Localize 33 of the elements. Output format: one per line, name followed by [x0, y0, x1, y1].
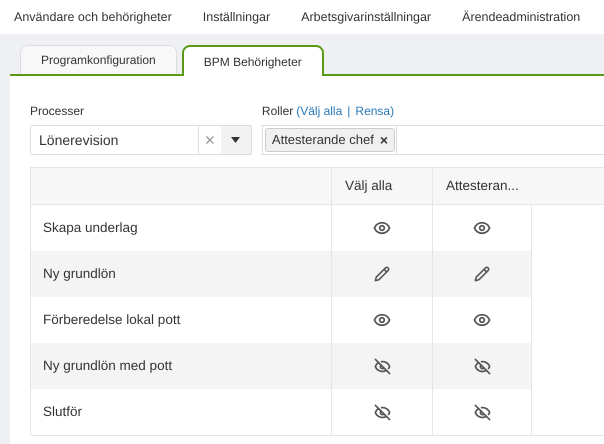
- caret-icon: [231, 137, 240, 143]
- dropdown-button[interactable]: [220, 126, 251, 154]
- nav-link[interactable]: Arbetsgivarinställningar: [301, 8, 432, 26]
- column-header[interactable]: Attesteran...: [432, 168, 531, 204]
- select-value: Lönerevision: [38, 130, 120, 150]
- eye-off-icon[interactable]: [474, 358, 490, 374]
- select-all-link[interactable]: Välj alla: [300, 102, 342, 120]
- nav-link[interactable]: Inställningar: [202, 8, 270, 26]
- tab[interactable]: Programkonfiguration: [20, 45, 177, 74]
- tab[interactable]: BPM Behörigheter: [182, 45, 324, 76]
- field-label: Roller: [262, 103, 294, 120]
- tag-label: Attesterande chef: [272, 131, 374, 150]
- field-label: Processer: [30, 103, 86, 120]
- nav-link[interactable]: Användare och behörigheter: [14, 8, 172, 26]
- remove-tag-button[interactable]: ×: [380, 133, 388, 147]
- eye-icon[interactable]: [373, 311, 391, 329]
- clear-link[interactable]: Rensa: [355, 102, 390, 120]
- eye-icon[interactable]: [473, 311, 491, 329]
- pencil-icon[interactable]: [374, 266, 390, 282]
- eye-off-icon[interactable]: [374, 404, 390, 420]
- nav-link[interactable]: Ärendeadministration: [462, 8, 580, 26]
- eye-icon[interactable]: [473, 219, 491, 237]
- paren: (: [296, 103, 300, 120]
- eye-icon[interactable]: [373, 219, 391, 237]
- pencil-icon[interactable]: [474, 266, 490, 282]
- table-cell: Ny grundlön med pott: [30, 343, 331, 389]
- eye-off-icon[interactable]: [374, 358, 390, 374]
- eye-off-icon[interactable]: [474, 404, 490, 420]
- separator: |: [346, 103, 352, 120]
- table-cell: Ny grundlön: [30, 251, 331, 297]
- paren: ): [390, 103, 394, 120]
- process-select[interactable]: Lönerevision ×: [30, 125, 252, 155]
- column-header[interactable]: Välj alla: [331, 168, 432, 204]
